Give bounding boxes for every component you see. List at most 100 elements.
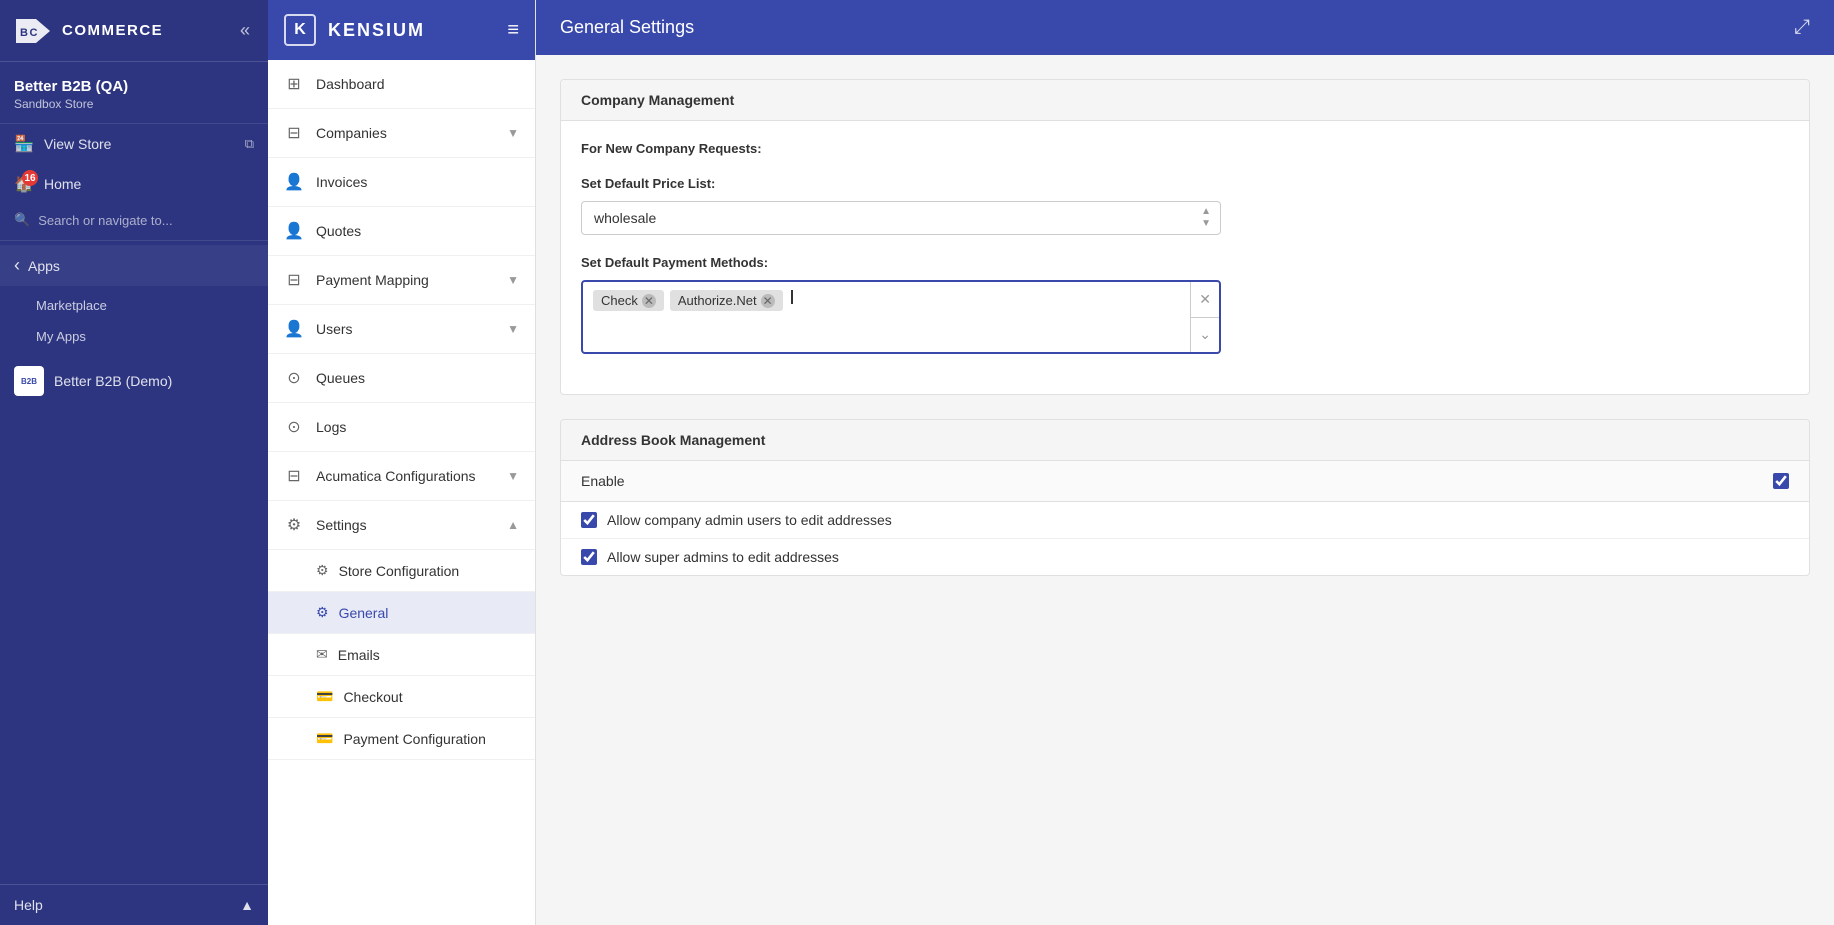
users-chevron: ▼ bbox=[507, 322, 519, 336]
dashboard-icon: ⊞ bbox=[284, 74, 304, 94]
bc-apps-label: Apps bbox=[28, 258, 60, 274]
kensium-header: K KENSIUM ≡ bbox=[268, 0, 535, 60]
bc-store-info: Better B2B (QA) Sandbox Store bbox=[0, 62, 268, 124]
kensium-logo: K bbox=[284, 14, 316, 46]
kensium-nav-settings[interactable]: ⚙ Settings ▲ bbox=[268, 501, 535, 550]
tag-check: Check ✕ bbox=[593, 290, 664, 311]
kensium-nav-left: 👤 Quotes bbox=[284, 221, 361, 241]
invoices-icon: 👤 bbox=[284, 172, 304, 192]
kensium-sub-store-config-label: Store Configuration bbox=[339, 563, 460, 579]
kensium-title: KENSIUM bbox=[328, 20, 425, 41]
expand-icon[interactable]: ⤢ bbox=[1794, 16, 1810, 39]
main-content: General Settings ⤢ Company Management Fo… bbox=[536, 0, 1834, 925]
acumatica-chevron: ▼ bbox=[507, 469, 519, 483]
bc-sidebar: BC COMMERCE « Better B2B (QA) Sandbox St… bbox=[0, 0, 268, 925]
bc-apps-myapps[interactable]: My Apps bbox=[0, 321, 268, 352]
allow-super-admin-edit-row: Allow super admins to edit addresses bbox=[561, 539, 1809, 575]
kensium-sub-inner: ⚙ General bbox=[316, 604, 519, 621]
kensium-nav-logs[interactable]: ⊙ Logs bbox=[268, 403, 535, 452]
for-new-company-group: For New Company Requests: bbox=[581, 141, 1789, 156]
payment-methods-label: Set Default Payment Methods: bbox=[581, 255, 1789, 270]
bc-section-divider bbox=[0, 240, 268, 241]
bc-footer[interactable]: Help ▲ bbox=[0, 884, 268, 925]
users-icon: 👤 bbox=[284, 319, 304, 339]
kensium-sub-inner: ✉ Emails bbox=[316, 646, 519, 663]
kensium-nav-payment-mapping[interactable]: ⊟ Payment Mapping ▼ bbox=[268, 256, 535, 305]
tag-check-close[interactable]: ✕ bbox=[642, 294, 656, 308]
kensium-sub-inner: 💳 Payment Configuration bbox=[316, 730, 519, 747]
allow-super-admin-edit-label: Allow super admins to edit addresses bbox=[607, 549, 839, 565]
enable-row: Enable bbox=[561, 461, 1809, 502]
kensium-sub-store-configuration[interactable]: ⚙ Store Configuration bbox=[268, 550, 535, 592]
payment-methods-multiselect[interactable]: Check ✕ Authorize.Net ✕ ✕ bbox=[581, 280, 1221, 354]
allow-admin-edit-checkbox[interactable] bbox=[581, 512, 597, 528]
enable-checkbox[interactable] bbox=[1773, 473, 1789, 489]
kensium-sub-checkout-label: Checkout bbox=[343, 689, 402, 705]
multiselect-clear-button[interactable]: ✕ bbox=[1191, 282, 1219, 317]
kensium-sub-inner: 💳 Checkout bbox=[316, 688, 519, 705]
kensium-nav-left: ⊟ Companies bbox=[284, 123, 387, 143]
price-list-label: Set Default Price List: bbox=[581, 176, 1789, 191]
kensium-nav-companies[interactable]: ⊟ Companies ▼ bbox=[268, 109, 535, 158]
bc-search[interactable]: 🔍 Search or navigate to... bbox=[0, 204, 268, 236]
kensium-sidebar: K KENSIUM ≡ ⊞ Dashboard ⊟ Companies ▼ 👤 … bbox=[268, 0, 536, 925]
kensium-nav-left: ⊞ Dashboard bbox=[284, 74, 385, 94]
company-management-card: Company Management For New Company Reque… bbox=[560, 79, 1810, 395]
kensium-nav-quotes[interactable]: 👤 Quotes bbox=[268, 207, 535, 256]
kensium-sub-checkout[interactable]: 💳 Checkout bbox=[268, 676, 535, 718]
kensium-nav-left: ⊟ Payment Mapping bbox=[284, 270, 429, 290]
tag-check-label: Check bbox=[601, 293, 638, 308]
kensium-sub-emails[interactable]: ✉ Emails bbox=[268, 634, 535, 676]
main-header: General Settings ⤢ bbox=[536, 0, 1834, 55]
quotes-icon: 👤 bbox=[284, 221, 304, 241]
kensium-nav-left: 👤 Users bbox=[284, 319, 353, 339]
kensium-nav-queues[interactable]: ⊙ Queues bbox=[268, 354, 535, 403]
allow-super-admin-edit-checkbox[interactable] bbox=[581, 549, 597, 565]
kensium-nav-invoices[interactable]: 👤 Invoices bbox=[268, 158, 535, 207]
kensium-nav-left: ⚙ Settings bbox=[284, 515, 367, 535]
external-link-icon: ⧉ bbox=[245, 136, 254, 152]
store-icon: 🏪 bbox=[14, 134, 34, 154]
bc-collapse-button[interactable]: « bbox=[236, 16, 254, 45]
bc-header: BC COMMERCE « bbox=[0, 0, 268, 62]
bc-nav-view-store[interactable]: 🏪 View Store ⧉ bbox=[0, 124, 268, 164]
kensium-nav-queues-label: Queues bbox=[316, 370, 365, 386]
settings-icon: ⚙ bbox=[284, 515, 304, 535]
address-book-card: Address Book Management Enable Allow com… bbox=[560, 419, 1810, 576]
kensium-nav-users[interactable]: 👤 Users ▼ bbox=[268, 305, 535, 354]
multiselect-dropdown-button[interactable]: ⌄ bbox=[1191, 318, 1219, 353]
kensium-nav-acumatica[interactable]: ⊟ Acumatica Configurations ▼ bbox=[268, 452, 535, 501]
tag-authorizenet: Authorize.Net ✕ bbox=[670, 290, 783, 311]
bc-app-b2b-label: Better B2B (Demo) bbox=[54, 373, 172, 389]
companies-icon: ⊟ bbox=[284, 123, 304, 143]
arrow-down: ▼ bbox=[1201, 219, 1211, 229]
logs-icon: ⊙ bbox=[284, 417, 304, 437]
price-list-select[interactable]: wholesale retail standard bbox=[581, 201, 1221, 235]
kensium-nav-acumatica-label: Acumatica Configurations bbox=[316, 468, 476, 484]
bc-apps-header[interactable]: ‹ Apps bbox=[0, 245, 268, 286]
payment-mapping-chevron: ▼ bbox=[507, 273, 519, 287]
address-book-header: Address Book Management bbox=[561, 420, 1809, 461]
queues-icon: ⊙ bbox=[284, 368, 304, 388]
kensium-sub-general[interactable]: ⚙ General bbox=[268, 592, 535, 634]
payment-mapping-icon: ⊟ bbox=[284, 270, 304, 290]
kensium-logo-letter: K bbox=[294, 21, 306, 39]
kensium-nav-dashboard[interactable]: ⊞ Dashboard bbox=[268, 60, 535, 109]
home-badge: 16 bbox=[22, 170, 38, 186]
kensium-sub-payment-config[interactable]: 💳 Payment Configuration bbox=[268, 718, 535, 760]
bc-nav-home[interactable]: 🏠 Home 16 bbox=[0, 164, 268, 204]
arrow-up: ▲ bbox=[1201, 207, 1211, 217]
bc-app-b2b[interactable]: B2B Better B2B (Demo) bbox=[0, 356, 268, 406]
bc-logo-icon: BC bbox=[14, 17, 54, 45]
multiselect-controls: ✕ ⌄ bbox=[1190, 282, 1219, 352]
bc-nav-view-store-label: View Store bbox=[44, 136, 111, 152]
bc-logo-text: COMMERCE bbox=[62, 22, 163, 39]
tag-authorizenet-close[interactable]: ✕ bbox=[761, 294, 775, 308]
bc-apps-marketplace[interactable]: Marketplace bbox=[0, 290, 268, 321]
bc-apps-sub: Marketplace My Apps bbox=[0, 286, 268, 356]
tag-authorizenet-label: Authorize.Net bbox=[678, 293, 757, 308]
payment-methods-group: Set Default Payment Methods: Check ✕ Aut… bbox=[581, 255, 1789, 354]
app-icon: B2B bbox=[14, 366, 44, 396]
kensium-hamburger-button[interactable]: ≡ bbox=[507, 19, 519, 42]
kensium-nav-settings-label: Settings bbox=[316, 517, 367, 533]
